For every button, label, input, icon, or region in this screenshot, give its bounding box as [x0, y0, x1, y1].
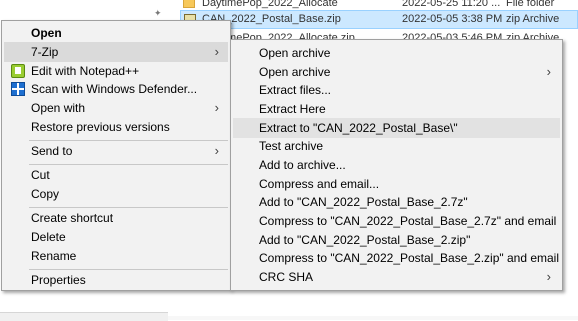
submenu-item-open-archive-more[interactable]: Open archive ›: [233, 62, 560, 82]
menu-item-rename[interactable]: Rename: [4, 246, 228, 266]
menu-item-label: Scan with Windows Defender...: [31, 82, 198, 96]
chevron-right-icon: ›: [546, 269, 551, 284]
notepad-plus-plus-icon: [11, 64, 25, 78]
menu-item-label: Properties: [31, 273, 86, 287]
menu-item-label: Compress to "CAN_2022_Postal_Base_2.zip"…: [259, 251, 560, 265]
menu-item-label: Open archive: [259, 46, 331, 60]
menu-item-label: Add to "CAN_2022_Postal_Base_2.7z": [259, 195, 468, 209]
file-row-can-postal-zip[interactable]: CAN_2022_Postal_Base.zip 2022-05-05 3:38…: [180, 10, 578, 29]
menu-item-label: 7-Zip: [31, 45, 59, 59]
submenu-item-compress-zip-email[interactable]: Compress to "CAN_2022_Postal_Base_2.zip"…: [233, 248, 560, 268]
menu-item-properties[interactable]: Properties: [4, 270, 228, 290]
status-strip-right: [168, 316, 578, 320]
menu-item-copy[interactable]: Copy: [4, 184, 228, 204]
menu-item-label: Edit with Notepad++: [31, 64, 140, 78]
chevron-right-icon: ›: [214, 100, 219, 115]
file-type: zip Archive: [506, 13, 560, 25]
submenu-item-extract-to-folder[interactable]: Extract to "CAN_2022_Postal_Base\": [233, 118, 560, 138]
file-date: 2022-05-05 3:38 PM: [402, 13, 503, 25]
submenu-item-compress-and-email[interactable]: Compress and email...: [233, 174, 560, 194]
menu-item-label: Extract files...: [259, 83, 332, 97]
menu-item-label: Open with: [31, 101, 86, 115]
submenu-7zip: Open archive Open archive › Extract file…: [230, 39, 563, 291]
chevron-right-icon: ›: [214, 44, 219, 59]
menu-item-scan-defender[interactable]: Scan with Windows Defender...: [4, 79, 228, 99]
submenu-item-compress-7z-email[interactable]: Compress to "CAN_2022_Postal_Base_2.7z" …: [233, 211, 560, 231]
menu-item-create-shortcut[interactable]: Create shortcut: [4, 208, 228, 228]
submenu-item-crc-sha[interactable]: CRC SHA ›: [233, 267, 560, 287]
menu-item-edit-notepadpp[interactable]: Edit with Notepad++: [4, 61, 228, 81]
menu-item-label: Cut: [31, 168, 50, 182]
menu-item-label: Compress and email...: [259, 177, 380, 191]
context-menu: Open 7-Zip › Edit with Notepad++ Scan wi…: [1, 20, 231, 291]
submenu-item-test-archive[interactable]: Test archive: [233, 136, 560, 156]
menu-item-label: Compress to "CAN_2022_Postal_Base_2.7z" …: [259, 214, 557, 228]
submenu-item-add-to-7z[interactable]: Add to "CAN_2022_Postal_Base_2.7z": [233, 192, 560, 212]
chevron-right-icon: ›: [214, 143, 219, 158]
submenu-item-add-to-zip[interactable]: Add to "CAN_2022_Postal_Base_2.zip": [233, 230, 560, 250]
menu-item-label: Open archive: [259, 65, 331, 79]
file-type: File folder: [506, 0, 555, 9]
windows-defender-icon: [11, 82, 25, 96]
submenu-item-add-to-archive[interactable]: Add to archive...: [233, 155, 560, 175]
menu-item-label: CRC SHA: [259, 270, 314, 284]
menu-item-label: Add to archive...: [259, 158, 346, 172]
submenu-item-extract-here[interactable]: Extract Here: [233, 99, 560, 119]
file-name: DaytimePop_2022_Allocate: [202, 0, 338, 9]
menu-item-label: Extract to "CAN_2022_Postal_Base\": [259, 121, 458, 135]
menu-item-7zip[interactable]: 7-Zip ›: [4, 42, 228, 62]
menu-item-label: Add to "CAN_2022_Postal_Base_2.zip": [259, 233, 471, 247]
menu-item-label: Create shortcut: [31, 211, 114, 225]
menu-item-label: Rename: [31, 249, 77, 263]
menu-item-label: Delete: [31, 230, 66, 244]
menu-item-send-to[interactable]: Send to ›: [4, 141, 228, 161]
submenu-item-extract-files[interactable]: Extract files...: [233, 80, 560, 100]
chevron-right-icon: ›: [546, 64, 551, 79]
menu-item-open[interactable]: Open: [4, 23, 228, 43]
pin-icon[interactable]: ✦: [154, 9, 162, 18]
submenu-item-open-archive[interactable]: Open archive: [233, 43, 560, 63]
menu-item-label: Open: [31, 26, 62, 40]
folder-icon: [183, 0, 195, 8]
menu-item-cut[interactable]: Cut: [4, 165, 228, 185]
menu-item-open-with[interactable]: Open with ›: [4, 98, 228, 118]
file-date: 2022-05-25 11:20 ...: [402, 0, 501, 9]
menu-item-label: Restore previous versions: [31, 120, 170, 134]
menu-item-label: Copy: [31, 187, 60, 201]
menu-item-label: Test archive: [259, 139, 324, 153]
menu-item-label: Send to: [31, 144, 73, 158]
menu-item-label: Extract Here: [259, 102, 326, 116]
menu-item-restore-previous-versions[interactable]: Restore previous versions: [4, 117, 228, 137]
menu-item-delete[interactable]: Delete: [4, 227, 228, 247]
